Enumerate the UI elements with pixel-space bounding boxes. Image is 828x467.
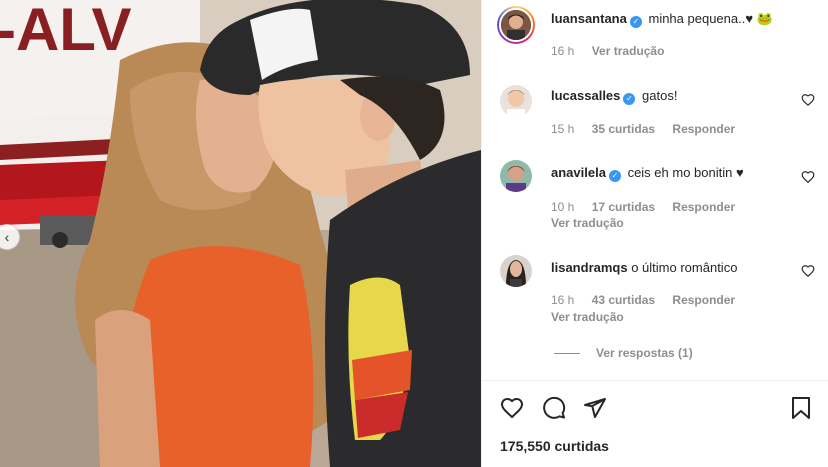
plane-registration: -ALV (0, 0, 132, 63)
like-heart-icon[interactable] (500, 396, 524, 420)
comment-icon[interactable] (542, 396, 566, 420)
avatar-image (500, 160, 532, 192)
commenter-username[interactable]: lisandramqs (551, 260, 628, 275)
comment-time[interactable]: 16 h (551, 293, 574, 307)
like-comment-heart-icon[interactable] (801, 264, 815, 278)
verified-badge-icon: ✓ (608, 170, 621, 182)
action-bar (482, 396, 828, 420)
chevron-left-icon: ‹ (4, 229, 10, 245)
replies-dash (554, 352, 580, 354)
share-icon[interactable] (583, 396, 607, 420)
comment-text: gatos! (642, 88, 678, 103)
view-replies-label: Ver respostas (1) (596, 346, 693, 360)
view-replies-button[interactable]: Ver respostas (1) (554, 346, 693, 360)
commenter-avatar[interactable] (500, 255, 532, 287)
comment-likes[interactable]: 35 curtidas (592, 122, 655, 136)
comment-likes[interactable]: 17 curtidas (592, 200, 655, 214)
verified-badge-icon: ✓ (623, 93, 636, 105)
comment-likes[interactable]: 43 curtidas (592, 293, 655, 307)
avatar-image (500, 255, 532, 287)
author-avatar[interactable] (497, 6, 535, 44)
see-translation-link[interactable]: Ver tradução (551, 310, 624, 324)
comments-panel: luansantana ✓ minha pequena..♥ 🐸 16 h Ver… (481, 0, 828, 467)
caption-text: minha pequena..♥ 🐸 (648, 11, 773, 26)
caption-time[interactable]: 16 h (551, 44, 574, 58)
verified-badge-icon: ✓ (629, 16, 642, 28)
avatar-image (501, 10, 531, 40)
post-photo[interactable]: -ALV ‹ (0, 0, 481, 467)
see-translation-link[interactable]: Ver tradução (551, 216, 624, 230)
author-username[interactable]: luansantana (551, 11, 627, 26)
bookmark-icon[interactable] (789, 396, 813, 420)
divider (482, 380, 828, 381)
commenter-username[interactable]: anavilela (551, 165, 606, 180)
reply-button[interactable]: Responder (672, 200, 735, 214)
comment-text: o último romântico (631, 260, 738, 275)
commenter-username[interactable]: lucassalles (551, 88, 620, 103)
commenter-avatar[interactable] (500, 160, 532, 192)
reply-button[interactable]: Responder (672, 293, 735, 307)
likes-count[interactable]: 175,550 curtidas (500, 438, 609, 454)
like-comment-heart-icon[interactable] (801, 170, 815, 184)
like-comment-heart-icon[interactable] (801, 93, 815, 107)
comment-time[interactable]: 10 h (551, 200, 574, 214)
avatar-image (500, 85, 532, 117)
reply-button[interactable]: Responder (672, 122, 735, 136)
commenter-avatar[interactable] (500, 85, 532, 117)
comment-time[interactable]: 15 h (551, 122, 574, 136)
photo-illustration: -ALV (0, 0, 481, 467)
comment-text: ceis eh mo bonitin ♥ (627, 165, 744, 180)
caption-see-translation[interactable]: Ver tradução (592, 44, 665, 58)
